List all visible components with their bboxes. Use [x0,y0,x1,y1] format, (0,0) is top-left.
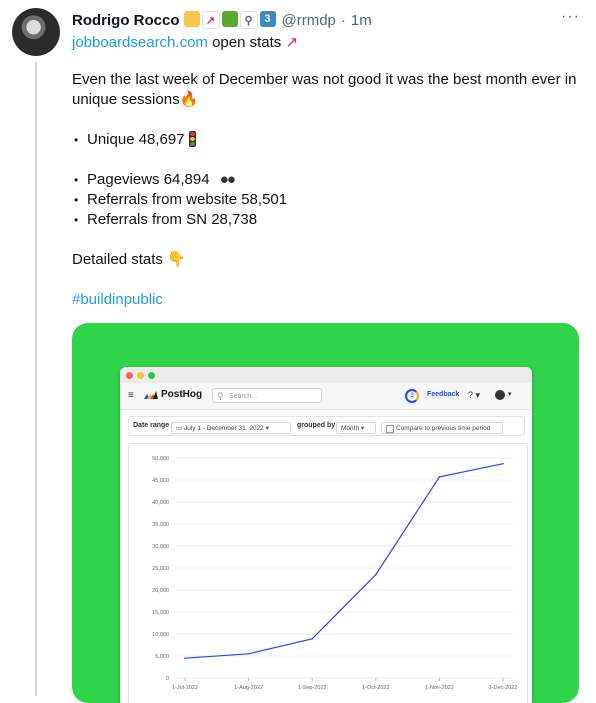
help-icon: ? ▾ [468,390,481,400]
subline-text: open stats [207,34,286,51]
x-tick-label: 1-Jul-2022 [172,685,198,691]
traffic-light-emoji-icon [188,131,196,147]
hashtag-link[interactable]: #buildinpublic [72,291,163,308]
compare-checkbox: Compare to previous time period [381,422,503,434]
filter-bar: Date range ▭ July 1 - December 31, 2022 … [128,416,525,436]
green-book-emoji-icon [221,11,238,27]
tweet-body: Even the last week of December was not g… [72,70,580,310]
pointing-down-emoji-icon: 👇 [167,251,186,268]
intro-text: Even the last week of December was not g… [72,71,577,108]
help-glyph: ? [468,390,474,400]
thread-line [35,62,37,696]
data-point [502,462,504,465]
technologist-emoji-icon [183,11,200,27]
maximize-dot-icon [148,371,155,379]
search-input: ⚲ Search... [212,388,322,403]
minimize-dot-icon [137,371,144,379]
magnifier-emoji-icon: ⚲ [239,11,258,29]
x-tick-label: 1-Oct-2022 [362,685,390,691]
bullet-text: Unique 48,697 [87,131,185,148]
data-point [438,476,441,478]
y-tick-label: 35,000 [152,522,169,528]
author-avatar[interactable] [12,8,60,56]
app-navbar: ≡ PostHog ⚲ Search... 3 Feedback ? ▾ ▾ [120,383,532,410]
chart-increasing-emoji-icon: ↗ [201,11,220,29]
bullet-text: Pageviews 64,894 [87,171,210,188]
posthog-screenshot: ≡ PostHog ⚲ Search... 3 Feedback ? ▾ ▾ Da… [120,367,532,703]
chart-increasing-emoji-icon: ↗ [285,34,299,51]
progress-ring-icon: 3 [405,389,419,403]
series-line [184,463,504,659]
line-chart: 0 5,000 10,000 15,000 20,000 25,000 30,000 35,0… [128,443,528,703]
grouped-by-value: Month [341,425,360,432]
logo-text: PostHog [161,389,203,400]
separator: · [340,11,346,29]
date-range-select: ▭ July 1 - December 31, 2022 ▾ [171,422,291,434]
tweet-header: Rodrigo Rocco ↗ ⚲ 3 @rrmdp · 1m [72,9,576,31]
y-tick-label: 0 [166,676,169,682]
x-tick-label: 1-Aug-2022 [234,685,263,691]
tweet-media-image[interactable]: ≡ PostHog ⚲ Search... 3 Feedback ? ▾ ▾ Da… [72,323,579,703]
y-tick-label: 50,000 [152,456,169,462]
list-item: Pageviews 64,894 ●● [72,170,580,190]
y-tick-label: 45,000 [152,478,169,484]
menu-icon: ≡ [128,390,134,401]
keycap-3-emoji-icon: 3 [259,11,276,27]
x-tick-label: 1-Dec-2022 [489,685,518,691]
bullet-list-1: Unique 48,697 [72,130,580,150]
bullet-text: Referrals from website 58,501 [87,191,288,208]
hashtag-paragraph: #buildinpublic [72,290,580,310]
list-item: Unique 48,697 [72,130,580,150]
window-titlebar [120,367,532,383]
detailed-paragraph: Detailed stats 👇 [72,250,580,270]
y-tick-label: 30,000 [152,544,169,550]
list-item: Referrals from SN 28,738 [72,210,580,230]
date-range-label: Date range [133,422,170,429]
y-tick-label: 40,000 [152,500,169,506]
y-tick-label: 25,000 [152,566,169,572]
data-point [247,653,250,655]
chart-svg: 0 5,000 10,000 15,000 20,000 25,000 30,000 35,0… [152,456,518,691]
more-options-icon[interactable]: ··· [561,8,580,26]
search-icon: ⚲ [217,391,224,401]
bullet-list-2: Pageviews 64,894 ●● Referrals from websi… [72,170,580,230]
intro-paragraph: Even the last week of December was not g… [72,70,580,110]
date-range-value: July 1 - December 31, 2022 [183,425,264,432]
author-handle[interactable]: @rrmdp [282,12,336,29]
compare-label: Compare to previous time period [396,425,491,432]
x-tick-label: 1-Nov-2022 [425,685,454,691]
posthog-logo: PostHog [144,389,202,400]
y-tick-label: 20,000 [152,588,169,594]
bullet-text: Referrals from SN 28,738 [87,211,258,228]
eyes-emoji-icon: ●● [219,171,236,188]
tweet-subline: jobboardsearch.com open stats ↗ [72,33,298,51]
search-placeholder: Search... [229,393,258,400]
chevron-down-icon: ▾ [508,391,512,398]
y-tick-label: 10,000 [152,632,169,638]
x-tick-label: 1-Sep-2022 [298,685,327,691]
fire-emoji-icon: 🔥 [179,91,199,108]
list-item: Referrals from website 58,501 [72,190,580,210]
hedgehog-logo-icon [144,391,158,399]
close-dot-icon [126,371,133,379]
name-emojis: ↗ ⚲ 3 [183,11,276,29]
data-point [184,657,186,659]
chart-toolbar: Date range ▭ July 1 - December 31, 2022 … [120,410,532,440]
detailed-text: Detailed stats [72,251,163,268]
data-point [375,573,377,576]
author-name[interactable]: Rodrigo Rocco [72,12,180,29]
site-link[interactable]: jobboardsearch.com [72,34,208,51]
y-tick-label: 15,000 [152,610,169,616]
feedback-link: Feedback [427,391,460,398]
grouped-by-label: grouped by [297,422,336,429]
tweet-time[interactable]: 1m [351,12,372,29]
y-tick-label: 5,000 [155,654,169,660]
data-point [311,638,313,640]
account-icon [495,390,505,400]
grouped-by-select: Month ▾ [336,422,376,434]
